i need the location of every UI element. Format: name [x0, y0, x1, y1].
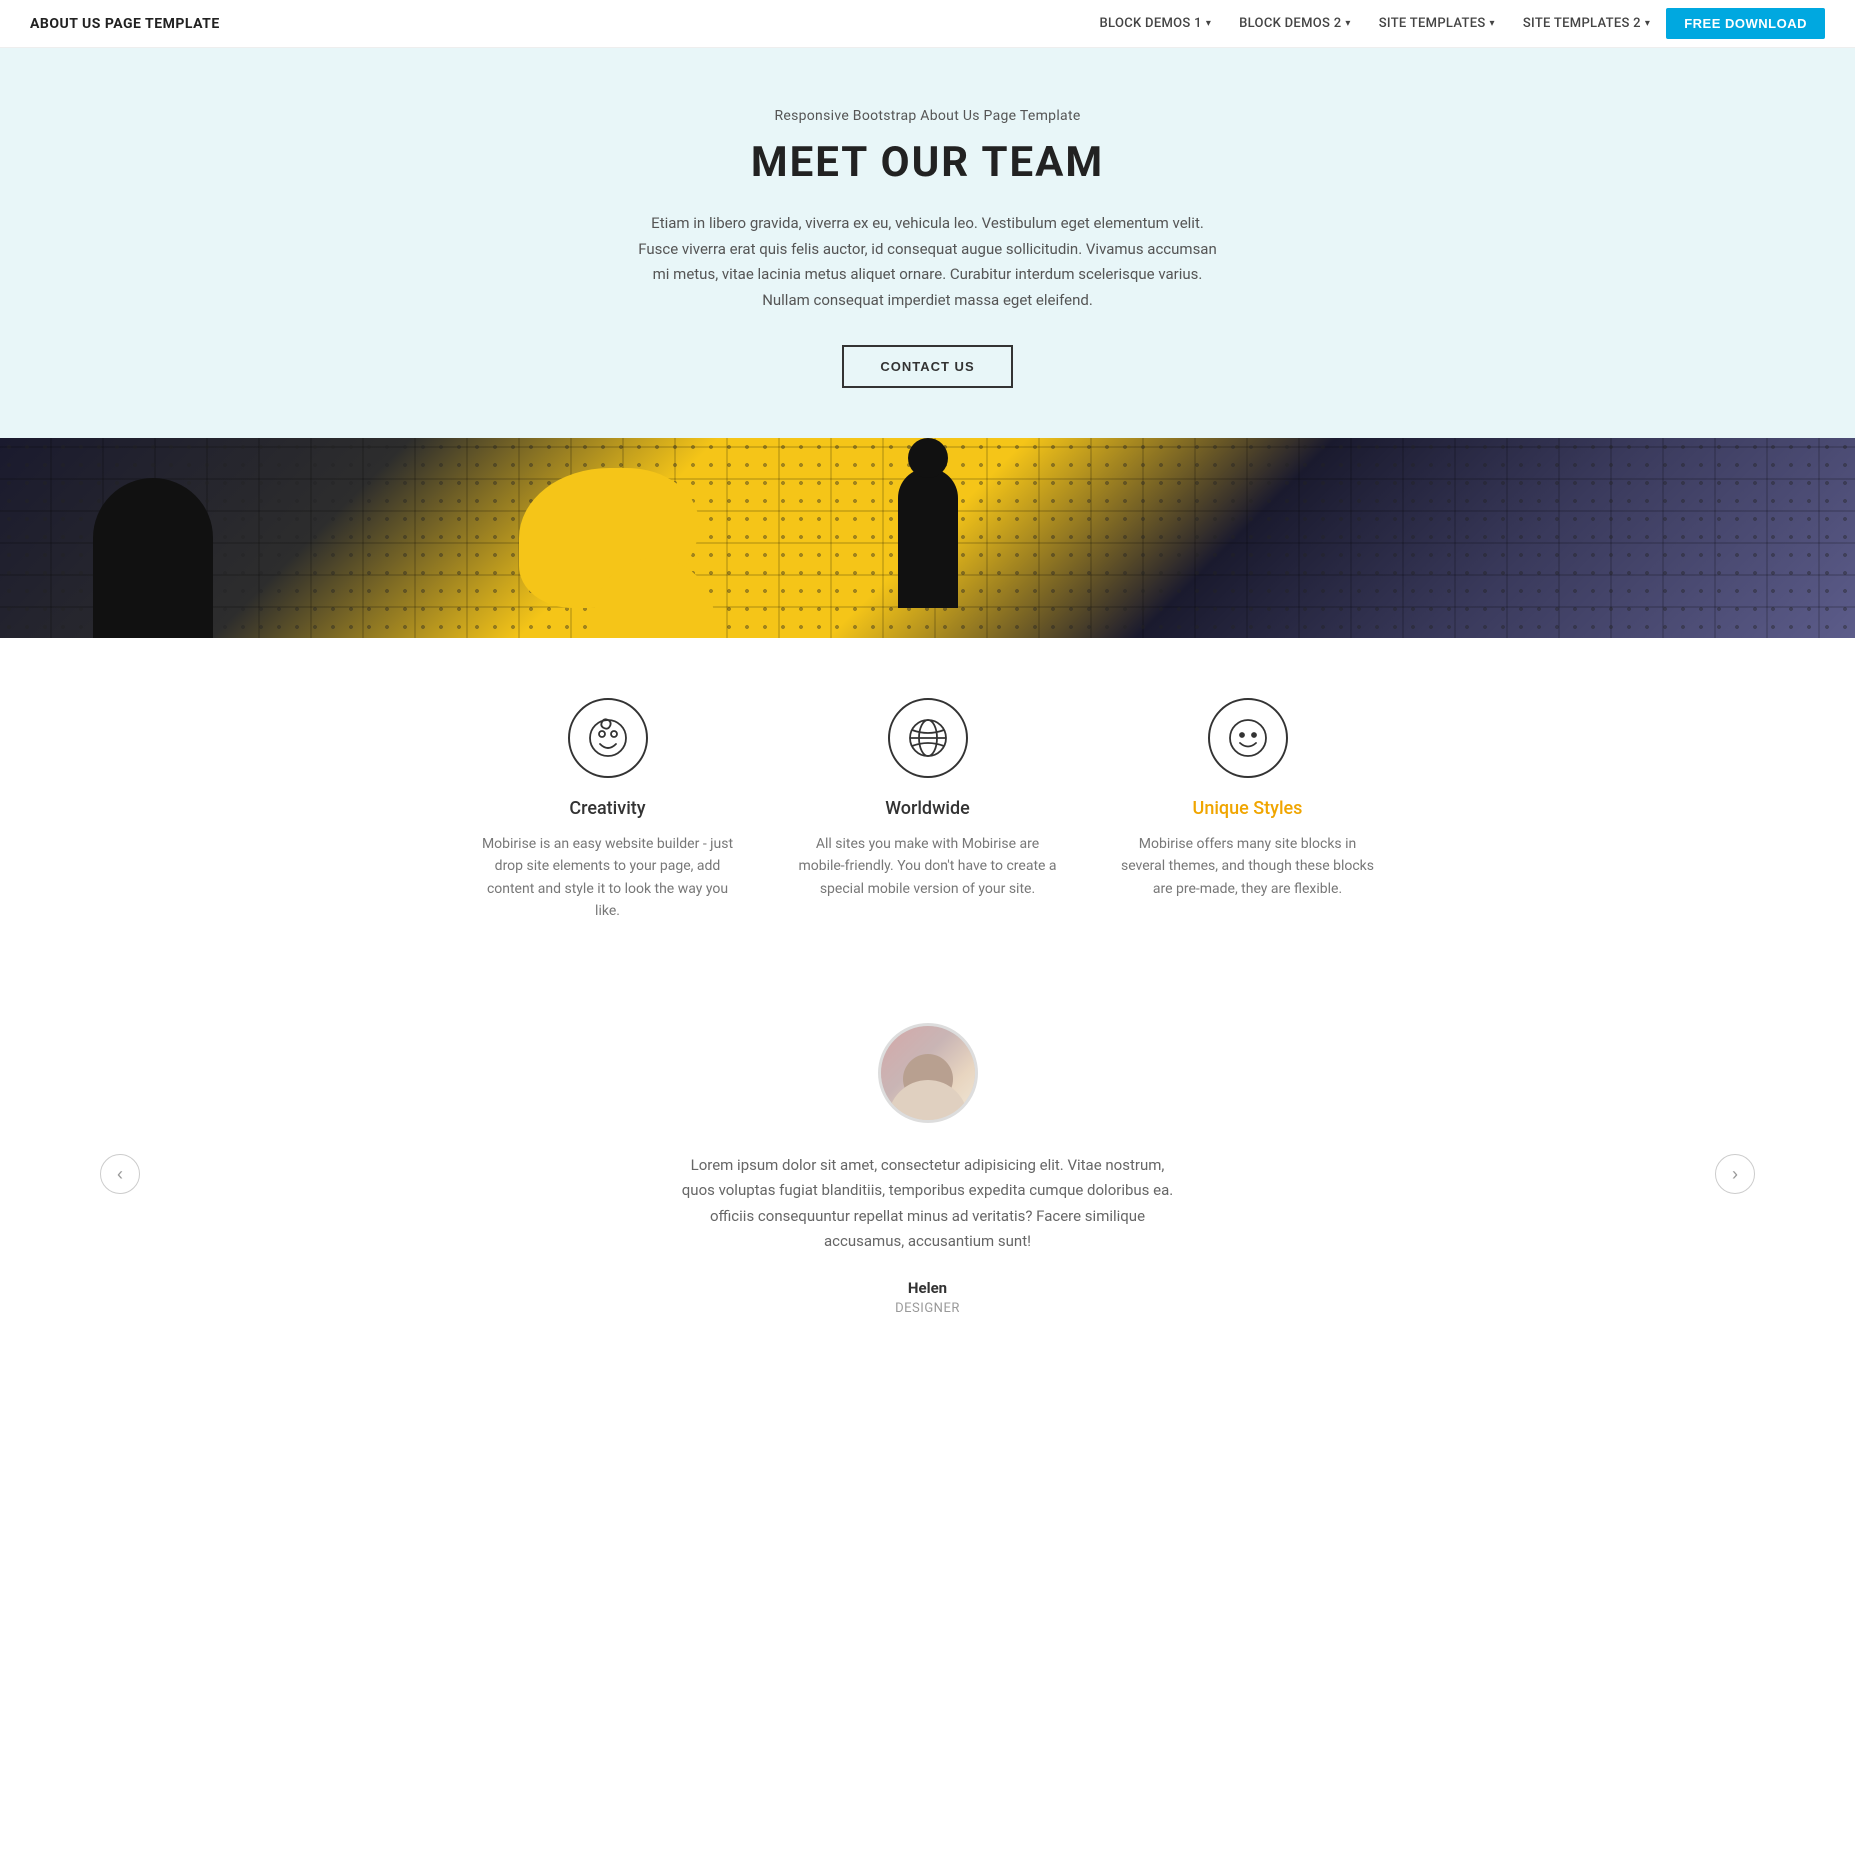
testimonial-section: ‹ Lorem ipsum dolor sit amet, consectetu… — [0, 973, 1855, 1376]
hero-left-silhouette — [93, 478, 213, 638]
carousel-prev-button[interactable]: ‹ — [100, 1154, 140, 1194]
meet-section: Responsive Bootstrap About Us Page Templ… — [0, 48, 1855, 438]
hero-center-silhouette — [898, 468, 958, 608]
unique-styles-icon-circle — [1208, 698, 1288, 778]
dropdown-caret-3: ▾ — [1490, 18, 1495, 29]
dropdown-caret-2: ▾ — [1345, 18, 1350, 29]
nav-item-block-demos-2[interactable]: BLOCK DEMOS 2 ▾ — [1227, 10, 1363, 37]
dropdown-caret-1: ▾ — [1206, 18, 1211, 29]
dropdown-caret-4: ▾ — [1645, 18, 1650, 29]
meet-title: MEET OUR TEAM — [20, 138, 1835, 187]
creativity-title: Creativity — [478, 798, 738, 819]
hero-image — [0, 438, 1855, 638]
feature-worldwide: Worldwide All sites you make with Mobiri… — [798, 698, 1058, 923]
features-section: Creativity Mobirise is an easy website b… — [0, 638, 1855, 973]
meet-body-text: Etiam in libero gravida, viverra ex eu, … — [638, 211, 1218, 313]
unique-styles-title: Unique Styles — [1118, 798, 1378, 819]
hero-image-inner — [0, 438, 1855, 638]
worldwide-title: Worldwide — [798, 798, 1058, 819]
features-grid: Creativity Mobirise is an easy website b… — [478, 698, 1378, 923]
nav-item-block-demos-1[interactable]: BLOCK DEMOS 1 ▾ — [1088, 10, 1224, 37]
unique-styles-desc: Mobirise offers many site blocks in seve… — [1118, 833, 1378, 900]
nav-item-site-templates[interactable]: SITE TEMPLATES ▾ — [1367, 10, 1507, 37]
creativity-desc: Mobirise is an easy website builder - ju… — [478, 833, 738, 923]
nav-item-site-templates-2[interactable]: SITE TEMPLATES 2 ▾ — [1511, 10, 1662, 37]
worldwide-icon — [906, 716, 950, 760]
feature-unique-styles: Unique Styles Mobirise offers many site … — [1118, 698, 1378, 923]
carousel-next-button[interactable]: › — [1715, 1154, 1755, 1194]
feature-creativity: Creativity Mobirise is an easy website b… — [478, 698, 738, 923]
worldwide-icon-circle — [888, 698, 968, 778]
worldwide-desc: All sites you make with Mobirise are mob… — [798, 833, 1058, 900]
contact-us-button[interactable]: CONTACT US — [842, 345, 1012, 388]
creativity-icon-circle — [568, 698, 648, 778]
smiley-icon — [1226, 716, 1270, 760]
testimonial-role: DESIGNER — [40, 1301, 1815, 1316]
testimonial-avatar — [878, 1023, 978, 1123]
meet-subtitle: Responsive Bootstrap About Us Page Templ… — [20, 108, 1835, 124]
free-download-button[interactable]: FREE DOWNLOAD — [1666, 8, 1825, 39]
navbar-brand: ABOUT US PAGE TEMPLATE — [30, 16, 220, 32]
testimonial-name: Helen — [40, 1279, 1815, 1297]
navbar-nav: BLOCK DEMOS 1 ▾ BLOCK DEMOS 2 ▾ SITE TEM… — [1088, 8, 1825, 39]
avatar-image — [881, 1026, 975, 1120]
creativity-icon — [586, 716, 630, 760]
testimonial-text: Lorem ipsum dolor sit amet, consectetur … — [678, 1153, 1178, 1255]
navbar: ABOUT US PAGE TEMPLATE BLOCK DEMOS 1 ▾ B… — [0, 0, 1855, 48]
